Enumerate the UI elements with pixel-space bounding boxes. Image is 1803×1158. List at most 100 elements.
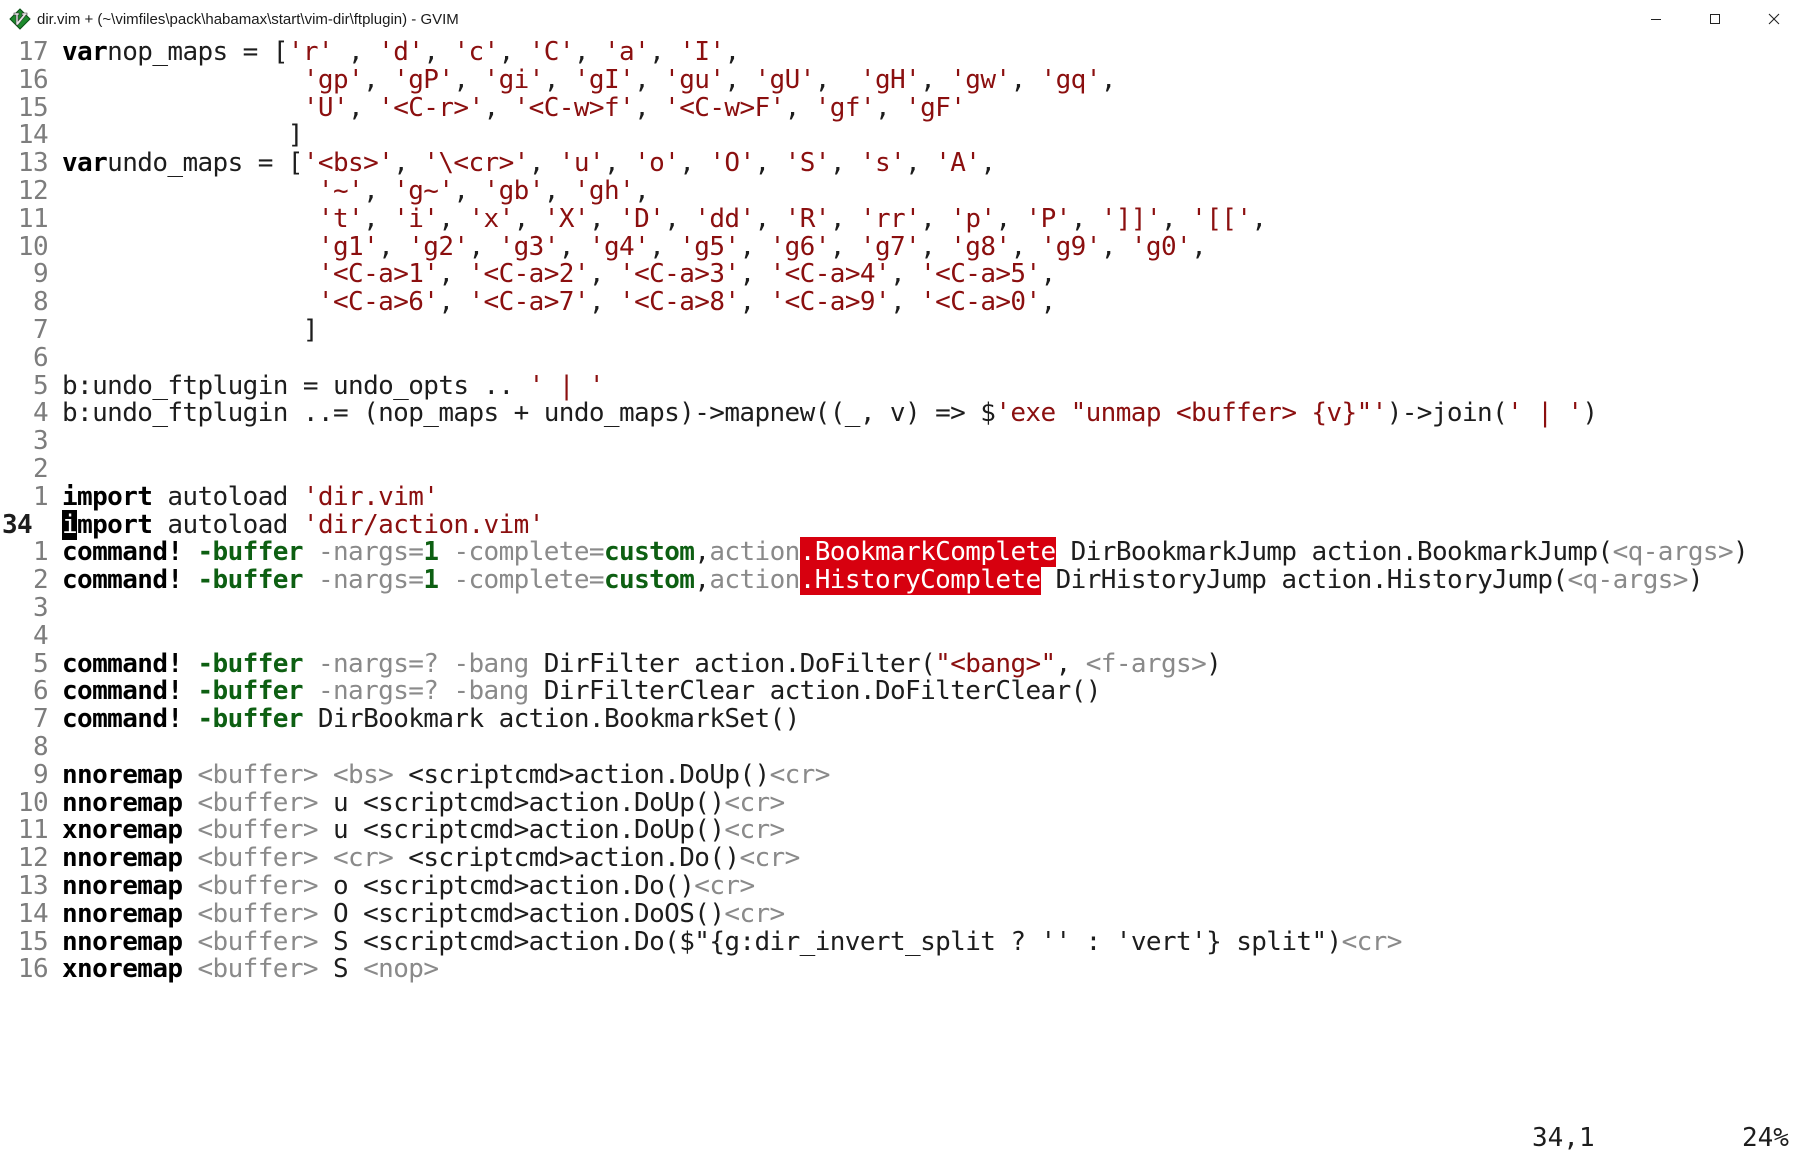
code-token: -complete=	[453, 565, 604, 596]
code-token: 'gP'	[393, 64, 454, 95]
code-token: ,	[784, 92, 815, 123]
minimize-button[interactable]	[1626, 0, 1685, 38]
code-token: -bang	[453, 676, 529, 707]
code-token: 'g5'	[679, 231, 740, 262]
code-token: <buffer>	[197, 843, 319, 874]
code-token: nnoremap	[62, 871, 183, 901]
code-token: ,	[890, 259, 921, 290]
code-token: '<C-r>'	[378, 92, 484, 123]
code-token: ,	[1191, 231, 1207, 262]
code-token: 'd'	[378, 38, 424, 67]
error-highlight: .HistoryComplete	[799, 565, 1041, 596]
code-token: 'D'	[619, 203, 665, 234]
code-token: "<bang>"	[935, 648, 1056, 679]
code-token: 'o'	[634, 148, 680, 179]
ruler: 34,1 24%	[0, 1118, 1803, 1158]
code-token: 'g0'	[1130, 231, 1192, 262]
code-token: 'gq'	[1040, 64, 1102, 95]
code-token: '<C-a>4'	[769, 259, 891, 290]
code-token: 'gb'	[483, 176, 545, 206]
code-token: '<C-a>6'	[317, 287, 439, 318]
code-token: 'U'	[302, 92, 349, 123]
code-token: '<C-a>8'	[619, 287, 740, 318]
code-token: <cr>	[769, 759, 831, 790]
code-token: ,	[378, 231, 409, 262]
code-token: 'C'	[528, 38, 575, 67]
code-token: <bs>	[333, 759, 394, 790]
code-token: 'gi'	[483, 64, 545, 95]
code-token: )	[1582, 398, 1598, 429]
code-token: 'a'	[604, 38, 650, 67]
code-token: DirFilterClear action.DoFilterClear()	[528, 676, 1102, 707]
code-token: ,	[905, 148, 936, 179]
code-token: 'gU'	[754, 64, 816, 95]
code-token: 1	[423, 565, 439, 596]
text-cursor: i	[62, 509, 78, 540]
code-token: mport	[77, 509, 153, 540]
code-token: var	[62, 38, 108, 67]
code-token: b:undo_ftplugin = undo_opts ..	[62, 370, 529, 401]
code-token: <cr>	[724, 815, 785, 846]
close-button[interactable]	[1744, 0, 1803, 38]
code-token: 'S'	[784, 148, 831, 179]
code-token: 'g9'	[1040, 231, 1102, 262]
code-token: 'O'	[709, 148, 755, 179]
code-token: ,	[363, 176, 394, 206]
code-token: ,	[739, 231, 770, 262]
code-token: ,	[588, 287, 620, 318]
code-token: <cr>	[1341, 926, 1403, 957]
code-token: autoload	[152, 509, 303, 540]
code-token: 's'	[859, 148, 906, 179]
code-token: <buffer>	[197, 815, 319, 846]
code-token: 'gF'	[905, 92, 966, 123]
code-token: '<C-a>0'	[920, 287, 1041, 318]
code-token: '<C-a>7'	[468, 287, 589, 318]
error-highlight: .BookmarkComplete	[799, 537, 1056, 568]
code-token: 'r'	[287, 38, 334, 67]
editor-area[interactable]: 17 varnop_maps = ['r' , 'd', 'c', 'C', 'a…	[0, 38, 1803, 1158]
code-token: ,	[754, 148, 785, 179]
code-token: ,	[920, 64, 951, 95]
code-token: ,	[829, 148, 860, 179]
code-token: ,	[634, 92, 665, 123]
code-token: '<C-a>3'	[619, 259, 740, 290]
code-token: u <scriptcmd>action.DoUp()	[317, 815, 725, 846]
code-token: -complete=	[453, 537, 604, 568]
code-token: command!	[62, 648, 183, 679]
code-token: 'dd'	[694, 203, 755, 234]
code-token: ,	[1055, 648, 1086, 679]
code-token: ,	[634, 64, 665, 95]
code-token: ,	[1100, 64, 1117, 95]
code-token: 'g6'	[769, 231, 831, 262]
code-token: ,	[393, 148, 424, 179]
code-line[interactable]: 16 xnoremap <buffer> S <nop>	[0, 953, 1803, 985]
code-token: 'exe "unmap <buffer> {v}"'	[995, 398, 1387, 429]
code-token: <cr>	[333, 843, 394, 874]
code-token: '<bs>'	[302, 148, 394, 179]
code-token: <scriptcmd>action.Do()	[393, 843, 740, 874]
code-token: u <scriptcmd>action.DoUp()	[317, 787, 725, 818]
line-number: 16	[17, 954, 49, 985]
code-token: action	[709, 565, 800, 596]
code-token: action	[709, 537, 800, 568]
code-token: b:undo_ftplugin ..= (nop_maps + undo_map…	[62, 398, 996, 429]
code-token: ]	[62, 315, 319, 345]
code-token: ,	[1161, 203, 1192, 234]
maximize-button[interactable]	[1685, 0, 1744, 38]
code-token: nnoremap	[62, 898, 183, 929]
code-token: 'c'	[453, 38, 499, 67]
code-token: <scriptcmd>action.DoUp()	[393, 759, 770, 790]
